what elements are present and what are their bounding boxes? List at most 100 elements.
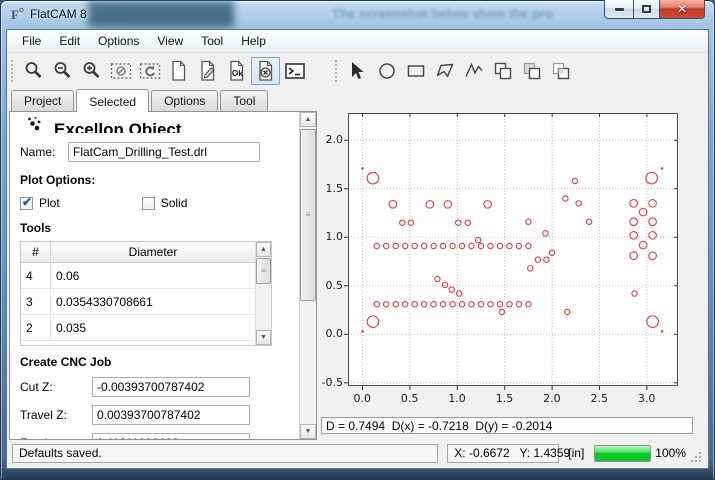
name-input[interactable]	[68, 142, 260, 162]
minimize-icon	[615, 8, 624, 11]
plot-axes[interactable]	[348, 113, 678, 386]
tool-row[interactable]: 20.035	[21, 315, 255, 341]
table-scroll-thumb[interactable]: ≡	[256, 258, 271, 284]
plot-checkbox[interactable]: ✔ Plot	[20, 196, 60, 210]
measure-status-text: D = 0.7494 D(x) = -0.7218 D(y) = -0.2014	[326, 419, 552, 433]
menu-help[interactable]: Help	[232, 31, 275, 51]
object-panel: Excellon Object Name: Plot Options: ✔ Pl…	[10, 112, 300, 439]
menu-view[interactable]: View	[148, 31, 192, 51]
tool-number-cell[interactable]: 4	[21, 263, 51, 288]
column-header-diameter[interactable]: Diameter	[51, 242, 255, 262]
progress-bar	[594, 445, 651, 462]
path-icon	[463, 60, 485, 82]
intersect-squares-icon	[550, 60, 572, 82]
progress-fill	[595, 446, 650, 461]
tab-project[interactable]: Project	[11, 90, 74, 111]
x-tick-label: 0.5	[401, 392, 419, 405]
toolbar-drag-handle[interactable]	[11, 60, 15, 82]
scroll-up-icon[interactable]: ▲	[300, 112, 316, 127]
tool-diameter-cell[interactable]: 0.06	[51, 263, 255, 288]
tool-diameter-cell[interactable]: 0.0354330708661	[51, 289, 255, 314]
draw-path-button[interactable]	[459, 57, 488, 85]
new-blank-geometry-button[interactable]	[164, 57, 193, 85]
panel-scroll-track[interactable]: ≡	[300, 127, 316, 424]
tools-label: Tools	[20, 221, 291, 235]
minimize-button[interactable]	[604, 0, 633, 19]
object-title: Excellon Object	[54, 120, 182, 133]
panel-scroll-thumb[interactable]: ≡	[300, 129, 316, 301]
plot-figure[interactable]: 2.01.51.00.50.0-0.50.00.51.01.52.02.53.0	[321, 91, 693, 413]
union-button[interactable]	[488, 57, 517, 85]
draw-rectangle-button[interactable]	[401, 57, 430, 85]
excellon-drill-icon	[26, 117, 44, 133]
panel-scrollbar[interactable]: ▲ ≡ ▼	[300, 112, 316, 439]
resize-grip[interactable]	[690, 451, 702, 463]
edit-geometry-button[interactable]	[193, 57, 222, 85]
clear-plot-button[interactable]	[106, 57, 135, 85]
svg-text:F: F	[11, 7, 19, 22]
tab-selected[interactable]: Selected	[76, 89, 149, 112]
polygon-icon	[434, 60, 456, 82]
select-button[interactable]	[343, 57, 372, 85]
tab-options[interactable]: Options	[151, 90, 218, 111]
travelz-input[interactable]	[92, 405, 250, 425]
menu-edit[interactable]: Edit	[50, 31, 89, 51]
tools-table-grid: # Diameter 40.0630.035433070866120.035	[21, 242, 255, 345]
column-header-number[interactable]: #	[21, 242, 51, 262]
file-cancel-icon	[255, 60, 277, 82]
titlebar[interactable]: The screenshot below show the pro F Flat…	[0, 0, 715, 30]
cnc-section-label: Create CNC Job	[20, 355, 291, 369]
tool-row[interactable]: 30.0354330708661	[21, 289, 255, 315]
zoom-fit-button[interactable]	[19, 57, 48, 85]
table-scrollbar[interactable]: ▲ ≡ ▼	[255, 242, 271, 345]
scroll-up-icon[interactable]: ▲	[256, 242, 271, 257]
solid-checkbox[interactable]: Solid	[142, 196, 188, 210]
x-tick-label: 0.0	[354, 392, 372, 405]
tool-number-cell[interactable]: 2	[21, 315, 51, 340]
close-button[interactable]: ✕	[660, 0, 705, 19]
tab-tool[interactable]: Tool	[220, 90, 268, 111]
cancel-edit-button[interactable]	[251, 57, 280, 85]
menu-tool[interactable]: Tool	[192, 31, 232, 51]
subtract-button[interactable]	[517, 57, 546, 85]
tool-diameter-cell[interactable]: 0.035	[51, 315, 255, 340]
menu-file[interactable]: File	[13, 31, 50, 51]
app-icon: F	[9, 6, 25, 22]
toolbar-drag-handle[interactable]	[335, 60, 339, 82]
intersect-button[interactable]	[546, 57, 575, 85]
shell-button[interactable]	[280, 57, 309, 85]
union-squares-icon	[492, 60, 514, 82]
zoom-in-button[interactable]	[77, 57, 106, 85]
scroll-down-icon[interactable]: ▼	[300, 424, 316, 439]
scroll-down-icon[interactable]: ▼	[256, 330, 271, 345]
dashed-rect-refresh-icon	[139, 60, 161, 82]
y-tick-label: 2.0	[326, 133, 344, 146]
magnifier-minus-icon	[52, 60, 74, 82]
solid-checkbox-box[interactable]	[142, 197, 155, 210]
tools-table-body: 40.0630.035433070866120.035	[21, 263, 255, 341]
maximize-button[interactable]	[633, 0, 660, 19]
y-tick-label: 1.0	[326, 230, 344, 243]
tools-table: # Diameter 40.0630.035433070866120.035 ▲…	[20, 241, 272, 346]
feedrate-input[interactable]	[92, 433, 250, 439]
table-scroll-track[interactable]: ≡	[256, 257, 271, 330]
window-title: FlatCAM 8	[30, 7, 87, 21]
statusbar: Defaults saved. X: -0.6672 Y: 1.4359 [in…	[7, 440, 708, 468]
solid-checkbox-label: Solid	[161, 196, 188, 210]
zoom-out-button[interactable]	[48, 57, 77, 85]
tool-number-cell[interactable]: 3	[21, 289, 51, 314]
cutz-input[interactable]	[92, 377, 250, 397]
draw-circle-button[interactable]	[372, 57, 401, 85]
cutz-label: Cut Z:	[20, 380, 92, 394]
replot-button[interactable]	[135, 57, 164, 85]
dashed-rect-slash-icon	[110, 60, 132, 82]
file-pencil-icon	[197, 60, 219, 82]
progress-percent-label: 100%	[655, 446, 686, 460]
update-geometry-button[interactable]: Ok	[222, 57, 251, 85]
y-tick-label: 1.5	[326, 182, 344, 195]
tool-row[interactable]: 40.06	[21, 263, 255, 289]
plot-checkbox-box[interactable]: ✔	[20, 197, 33, 210]
draw-polygon-button[interactable]	[430, 57, 459, 85]
svg-text:Ok: Ok	[232, 69, 243, 78]
menu-options[interactable]: Options	[89, 31, 148, 51]
